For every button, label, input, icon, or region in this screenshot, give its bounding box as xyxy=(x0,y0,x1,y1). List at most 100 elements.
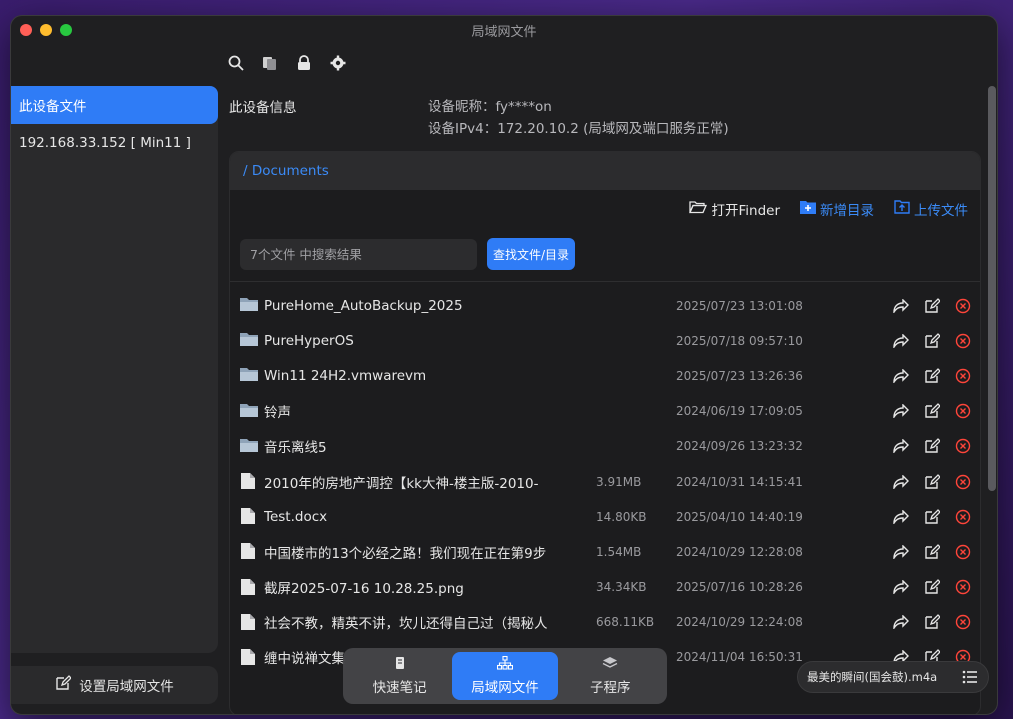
find-button[interactable]: 查找文件/目录 xyxy=(487,238,576,270)
dock-item-lan-files[interactable]: 局域网文件 xyxy=(452,652,558,700)
device-info-heading: 此设备信息 xyxy=(229,100,297,116)
titlebar: 局域网文件 xyxy=(11,16,997,44)
divider xyxy=(230,281,980,282)
lock-icon[interactable] xyxy=(295,54,313,72)
share-icon[interactable] xyxy=(892,332,909,349)
file-date: 2024/09/26 13:23:32 xyxy=(676,439,803,454)
row-actions xyxy=(892,614,971,631)
delete-icon[interactable] xyxy=(954,438,971,455)
file-row[interactable]: 铃声 2024/06/19 17:09:05 xyxy=(230,394,980,429)
upload-file-button[interactable]: 上传文件 xyxy=(894,199,968,219)
edit-icon[interactable] xyxy=(923,579,940,596)
dock-item-quick-notes[interactable]: 快速笔记 xyxy=(347,652,452,700)
delete-icon[interactable] xyxy=(954,543,971,560)
toolbar xyxy=(227,54,347,72)
delete-icon[interactable] xyxy=(954,614,971,631)
sidebar-item-this-device[interactable]: 此设备文件 xyxy=(11,86,218,124)
device-ipv4: 设备IPv4：172.20.10.2 (局域网及端口服务正常) xyxy=(428,121,729,137)
gear-icon[interactable] xyxy=(329,54,347,72)
scrollbar[interactable] xyxy=(988,86,996,491)
share-icon[interactable] xyxy=(892,579,909,596)
file-date: 2025/07/23 13:01:08 xyxy=(676,298,803,313)
network-icon xyxy=(496,655,514,674)
file-name: 中国楼市的13个必经之路！我们现在正在第9步 xyxy=(264,545,547,562)
upload-file-label: 上传文件 xyxy=(914,203,968,219)
share-icon[interactable] xyxy=(892,473,909,490)
maximize-window-button[interactable] xyxy=(60,24,72,36)
minimize-window-button[interactable] xyxy=(40,24,52,36)
upload-icon xyxy=(894,200,910,218)
file-name: PureHyperOS xyxy=(264,332,354,349)
window-title: 局域网文件 xyxy=(471,24,537,40)
breadcrumb[interactable]: / Documents xyxy=(230,152,980,190)
file-row[interactable]: PureHyperOS 2025/07/18 09:57:10 xyxy=(230,323,980,358)
file-name: 缠中说禅文集 xyxy=(264,651,345,668)
dock-label: 快速笔记 xyxy=(372,680,427,696)
document-icon xyxy=(240,648,258,666)
file-row[interactable]: Test.docx 14.80KB 2025/04/10 14:40:19 xyxy=(230,499,980,534)
delete-icon[interactable] xyxy=(954,367,971,384)
copy-icon[interactable] xyxy=(261,54,279,72)
new-directory-label: 新增目录 xyxy=(820,203,874,219)
row-actions xyxy=(892,579,971,596)
open-finder-label: 打开Finder xyxy=(711,203,780,219)
search-icon[interactable] xyxy=(227,54,245,72)
edit-icon[interactable] xyxy=(923,367,940,384)
bottom-dock: 快速笔记 局域网文件 子程序 xyxy=(343,648,667,704)
file-row[interactable]: 社会不教，精英不讲，坎儿还得自己过（揭秘人 668.11KB 2024/10/2… xyxy=(230,605,980,640)
share-icon[interactable] xyxy=(892,543,909,560)
folder-icon xyxy=(240,437,258,455)
share-icon[interactable] xyxy=(892,297,909,314)
share-icon[interactable] xyxy=(892,508,909,525)
window-controls xyxy=(20,24,72,36)
dock-item-subprograms[interactable]: 子程序 xyxy=(558,652,663,700)
file-name: 2010年的房地产调控【kk大神-楼主版-2010- xyxy=(264,475,539,492)
delete-icon[interactable] xyxy=(954,332,971,349)
file-row[interactable]: 音乐离线5 2024/09/26 13:23:32 xyxy=(230,429,980,464)
edit-icon[interactable] xyxy=(923,473,940,490)
edit-icon[interactable] xyxy=(923,297,940,314)
lan-settings-button[interactable]: 设置局域网文件 xyxy=(11,666,218,704)
delete-icon[interactable] xyxy=(954,508,971,525)
open-finder-button[interactable]: 打开Finder xyxy=(689,199,780,219)
edit-icon[interactable] xyxy=(923,543,940,560)
delete-icon[interactable] xyxy=(954,473,971,490)
file-date: 2025/07/23 13:26:36 xyxy=(676,368,803,383)
file-browser-panel: / Documents 打开Finder 新增目录 上传文件 7个文件 中搜索结… xyxy=(229,151,981,714)
edit-icon[interactable] xyxy=(923,614,940,631)
edit-icon[interactable] xyxy=(923,508,940,525)
file-row[interactable]: 截屏2025-07-16 10.28.25.png 34.34KB 2025/0… xyxy=(230,570,980,605)
folder-plus-icon xyxy=(800,200,816,218)
edit-icon[interactable] xyxy=(923,438,940,455)
edit-icon[interactable] xyxy=(923,332,940,349)
file-row[interactable]: 2010年的房地产调控【kk大神-楼主版-2010- 3.91MB 2024/1… xyxy=(230,464,980,499)
file-date: 2025/07/18 09:57:10 xyxy=(676,333,803,348)
file-date: 2025/07/16 10:28:26 xyxy=(676,580,803,595)
file-size: 1.54MB xyxy=(596,544,642,559)
delete-icon[interactable] xyxy=(954,403,971,420)
playlist-icon[interactable] xyxy=(962,669,978,688)
file-row[interactable]: 中国楼市的13个必经之路！我们现在正在第9步 1.54MB 2024/10/29… xyxy=(230,534,980,569)
edit-icon[interactable] xyxy=(923,403,940,420)
music-player[interactable]: 最美的瞬间(国会鼓).m4a xyxy=(797,661,989,693)
sidebar-item-label: 此设备文件 xyxy=(19,99,87,115)
share-icon[interactable] xyxy=(892,367,909,384)
file-search-input[interactable] xyxy=(240,238,477,270)
sidebar: 此设备文件 192.168.33.152 [ Min11 ] xyxy=(11,86,218,653)
file-date: 2024/10/31 14:15:41 xyxy=(676,474,803,489)
file-date: 2024/11/04 16:50:31 xyxy=(676,650,803,665)
sidebar-item-remote-device[interactable]: 192.168.33.152 [ Min11 ] xyxy=(11,124,218,162)
share-icon[interactable] xyxy=(892,403,909,420)
new-directory-button[interactable]: 新增目录 xyxy=(800,199,874,219)
folder-icon xyxy=(240,331,258,349)
file-row[interactable]: Win11 24H2.vmwarevm 2025/07/23 13:26:36 xyxy=(230,358,980,393)
share-icon[interactable] xyxy=(892,438,909,455)
close-window-button[interactable] xyxy=(20,24,32,36)
dock-label: 子程序 xyxy=(590,680,631,696)
file-name: 截屏2025-07-16 10.28.25.png xyxy=(264,581,464,598)
share-icon[interactable] xyxy=(892,614,909,631)
delete-icon[interactable] xyxy=(954,579,971,596)
document-icon xyxy=(240,472,258,490)
delete-icon[interactable] xyxy=(954,297,971,314)
file-row[interactable]: PureHome_AutoBackup_2025 2025/07/23 13:0… xyxy=(230,288,980,323)
